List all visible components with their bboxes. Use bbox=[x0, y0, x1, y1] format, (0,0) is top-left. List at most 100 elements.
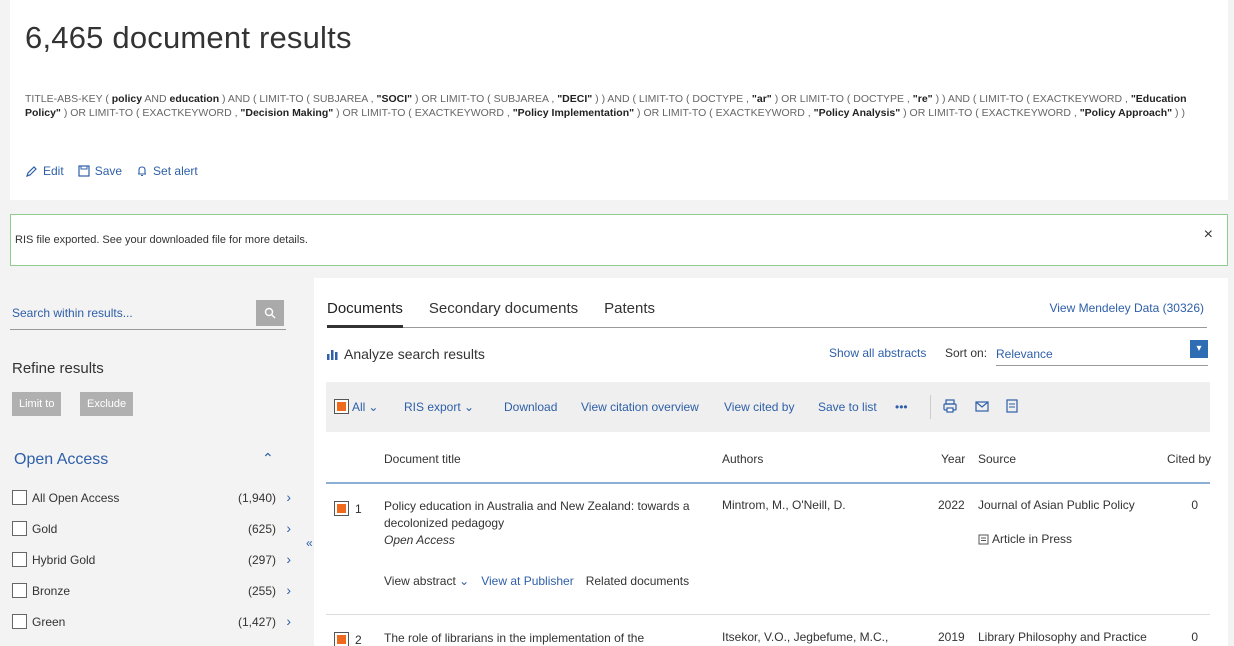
query-keyword: education bbox=[169, 93, 220, 105]
sort-value: Relevance bbox=[996, 347, 1053, 361]
select-all-checkbox[interactable] bbox=[334, 399, 349, 414]
search-icon bbox=[264, 307, 276, 319]
query-operator-text: ) OR LIMIT-TO ( SUBJAREA , bbox=[412, 93, 558, 105]
analyze-search-results-link[interactable]: Analyze search results bbox=[326, 346, 485, 362]
chevron-right-icon[interactable]: › bbox=[286, 489, 291, 505]
exclude-button[interactable]: Exclude bbox=[80, 392, 134, 416]
facet-label: All Open Access bbox=[32, 491, 120, 505]
collapse-sidebar-icon[interactable]: « bbox=[306, 536, 313, 550]
results-main-panel: Documents Secondary documents Patents Vi… bbox=[314, 278, 1228, 646]
email-icon[interactable] bbox=[974, 398, 990, 414]
row-links: View abstract ⌄ View at Publisher Relate… bbox=[384, 574, 689, 588]
facet-checkbox[interactable] bbox=[12, 583, 27, 598]
more-options-icon[interactable]: ••• bbox=[895, 400, 908, 414]
related-documents-link[interactable]: Related documents bbox=[586, 574, 689, 588]
facet-count: (625) bbox=[247, 522, 276, 536]
results-count-title: 6,465 document results bbox=[25, 20, 352, 55]
column-header-authors[interactable]: Authors bbox=[722, 452, 763, 466]
chevron-down-icon: ▾ bbox=[1190, 340, 1208, 358]
set-alert-button[interactable]: Set alert bbox=[136, 164, 198, 178]
search-button[interactable] bbox=[256, 300, 284, 326]
facet-label: Hybrid Gold bbox=[32, 553, 96, 567]
row-checkbox[interactable] bbox=[334, 632, 349, 646]
document-source[interactable]: Journal of Asian Public Policy bbox=[978, 498, 1135, 512]
chevron-right-icon[interactable]: › bbox=[286, 582, 291, 598]
limit-to-button[interactable]: Limit to bbox=[12, 392, 62, 416]
facet-checkbox[interactable] bbox=[12, 614, 27, 629]
bibliography-icon[interactable] bbox=[1004, 398, 1020, 414]
query-keyword: "Policy Approach" bbox=[1079, 107, 1173, 119]
pencil-icon bbox=[26, 166, 37, 177]
column-header-year[interactable]: Year bbox=[941, 452, 965, 466]
query-actions: Edit Save Set alert bbox=[26, 164, 198, 178]
open-access-label: Open Access bbox=[384, 533, 455, 547]
analyze-label: Analyze search results bbox=[344, 346, 485, 362]
query-keyword: "ar" bbox=[751, 93, 772, 105]
results-header: 6,465 document results TITLE-ABS-KEY ( p… bbox=[10, 0, 1228, 200]
facet-count: (1,427) bbox=[237, 615, 276, 629]
facet-checkbox[interactable] bbox=[12, 521, 27, 536]
view-at-publisher-link[interactable]: View at Publisher bbox=[481, 574, 574, 588]
search-within-input[interactable] bbox=[12, 306, 247, 320]
edit-query-button[interactable]: Edit bbox=[26, 164, 64, 178]
close-icon[interactable]: × bbox=[1204, 226, 1213, 244]
facet-count: (1,940) bbox=[237, 491, 276, 505]
document-authors[interactable]: Mintrom, M., O'Neill, D. bbox=[722, 498, 846, 512]
view-citation-overview-link[interactable]: View citation overview bbox=[581, 400, 699, 414]
query-keyword: "Decision Making" bbox=[240, 107, 334, 119]
row-checkbox[interactable] bbox=[334, 501, 349, 516]
document-authors[interactable]: Itsekor, V.O., Jegbefume, M.C., bbox=[722, 630, 888, 644]
open-access-facet-heading[interactable]: Open Access bbox=[14, 451, 108, 469]
download-link[interactable]: Download bbox=[504, 400, 557, 414]
column-header-cited-by[interactable]: Cited by bbox=[1167, 452, 1211, 466]
sort-label: Sort on: bbox=[945, 346, 988, 360]
export-notification: RIS file exported. See your downloaded f… bbox=[10, 214, 1228, 266]
article-in-press-badge: Article in Press bbox=[978, 532, 1072, 546]
query-operator-text: ) ) bbox=[1172, 107, 1185, 119]
save-query-button[interactable]: Save bbox=[78, 164, 122, 178]
facet-count: (255) bbox=[247, 584, 276, 598]
tab-secondary-documents[interactable]: Secondary documents bbox=[429, 298, 578, 328]
article-status-label: Article in Press bbox=[992, 532, 1073, 546]
toolbar-divider bbox=[930, 395, 931, 419]
bar-chart-icon bbox=[327, 350, 338, 360]
query-operator-text: AND bbox=[142, 93, 170, 105]
facet-checkbox[interactable] bbox=[12, 552, 27, 567]
chevron-right-icon[interactable]: › bbox=[286, 613, 291, 629]
chevron-right-icon[interactable]: › bbox=[286, 551, 291, 567]
save-icon bbox=[78, 165, 90, 177]
query-operator-text: TITLE-ABS-KEY ( bbox=[25, 93, 112, 105]
bell-icon bbox=[138, 166, 147, 177]
query-operator-text: ) OR LIMIT-TO ( DOCTYPE , bbox=[771, 93, 913, 105]
facet-checkbox[interactable] bbox=[12, 490, 27, 505]
document-title-link[interactable]: Policy education in Australia and New Ze… bbox=[384, 499, 690, 530]
query-operator-text: ) AND ( LIMIT-TO ( SUBJAREA , bbox=[219, 93, 377, 105]
document-year: 2022 bbox=[938, 498, 965, 512]
query-operator-text: ) OR LIMIT-TO ( EXACTKEYWORD , bbox=[60, 107, 241, 119]
refine-sidebar: Refine results Limit to Exclude Open Acc… bbox=[0, 278, 296, 646]
view-mendeley-data-link[interactable]: View Mendeley Data (30326) bbox=[1049, 301, 1204, 315]
save-to-list-link[interactable]: Save to list bbox=[818, 400, 877, 414]
view-cited-by-link[interactable]: View cited by bbox=[724, 400, 794, 414]
document-title: Policy education in Australia and New Ze… bbox=[384, 498, 714, 549]
query-operator-text: ) ) AND ( LIMIT-TO ( EXACTKEYWORD , bbox=[932, 93, 1131, 105]
document-source[interactable]: Library Philosophy and Practice bbox=[978, 630, 1147, 644]
tab-documents[interactable]: Documents bbox=[327, 298, 403, 328]
edit-label: Edit bbox=[43, 164, 64, 178]
sort-dropdown[interactable]: Relevance ▾ bbox=[996, 340, 1208, 366]
chevron-up-icon[interactable]: ⌃ bbox=[262, 450, 274, 467]
document-title: The role of librarians in the implementa… bbox=[384, 630, 714, 646]
print-icon[interactable] bbox=[942, 398, 958, 414]
view-abstract-toggle[interactable]: View abstract ⌄ bbox=[384, 574, 469, 588]
column-header-source[interactable]: Source bbox=[978, 452, 1016, 466]
results-toolbar: All ⌄ RIS export ⌄ Download View citatio… bbox=[326, 382, 1210, 432]
select-all-dropdown[interactable]: All ⌄ bbox=[334, 399, 378, 414]
show-all-abstracts-link[interactable]: Show all abstracts bbox=[829, 346, 926, 360]
chevron-right-icon[interactable]: › bbox=[286, 520, 291, 536]
column-header-title[interactable]: Document title bbox=[384, 452, 461, 466]
tab-patents[interactable]: Patents bbox=[604, 298, 655, 328]
document-title-link[interactable]: The role of librarians in the implementa… bbox=[384, 631, 644, 645]
set-alert-label: Set alert bbox=[153, 164, 198, 178]
view-abstract-label: View abstract bbox=[384, 574, 456, 588]
ris-export-dropdown[interactable]: RIS export ⌄ bbox=[404, 400, 474, 414]
